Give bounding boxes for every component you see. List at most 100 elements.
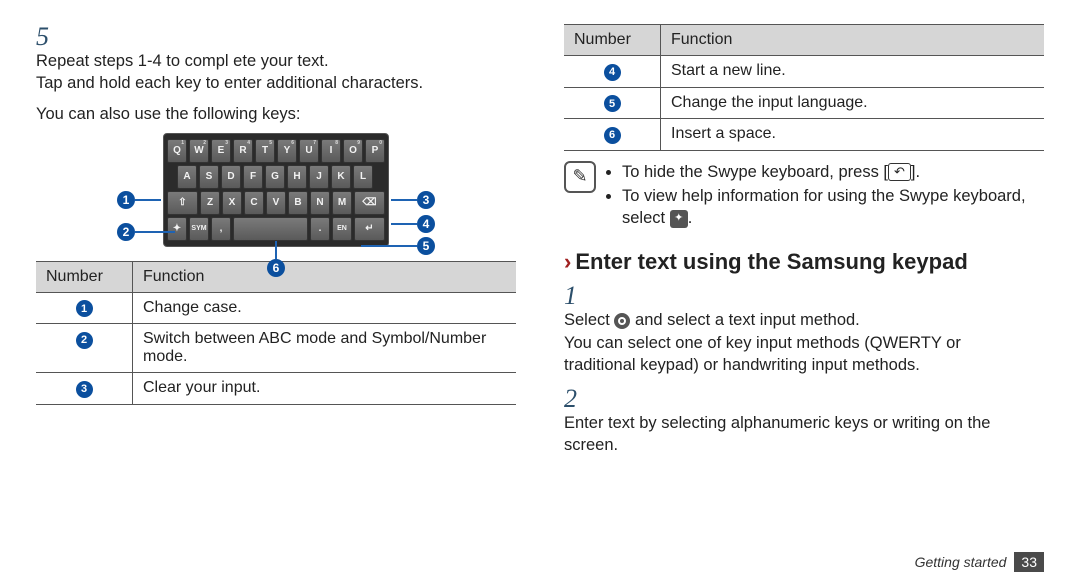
- step-number-2: 2: [564, 386, 592, 412]
- step-2-body: Enter text by selecting alphanumeric key…: [564, 412, 1012, 457]
- kb-row-2: A S D F G H J K L: [167, 165, 385, 189]
- key-comma: ,: [211, 217, 231, 241]
- row-num-3: 3: [76, 381, 93, 398]
- key-shift: ⇧: [167, 191, 198, 215]
- table-row: 2 Switch between ABC mode and Symbol/Num…: [36, 324, 516, 373]
- key-y: 6Y: [277, 139, 297, 163]
- key-language: EN: [332, 217, 352, 241]
- key-h: H: [287, 165, 307, 189]
- step-2: 2 Enter text by selecting alphanumeric k…: [564, 386, 1044, 457]
- callout-5: 5: [361, 237, 435, 255]
- key-m: M: [332, 191, 352, 215]
- table-row: 6 Insert a space.: [564, 119, 1044, 151]
- table-row: 3 Clear your input.: [36, 373, 516, 405]
- callout-6: 6: [267, 241, 285, 277]
- key-r: 4R: [233, 139, 253, 163]
- step-1-line2: You can select one of key input methods …: [564, 334, 961, 374]
- key-d: D: [221, 165, 241, 189]
- kb-row-1: 1Q 2W 3E 4R 5T 6Y 7U 8I 9O 0P: [167, 139, 385, 163]
- key-t: 5T: [255, 139, 275, 163]
- row-func-2: Switch between ABC mode and Symbol/Numbe…: [133, 324, 517, 373]
- callout-1: 1: [117, 191, 161, 209]
- note-icon: ✎: [564, 161, 596, 193]
- row-func-3: Clear your input.: [133, 373, 517, 405]
- page-footer: Getting started 33: [915, 552, 1044, 572]
- kb-row-4: ✦ SYM , . EN ↵: [167, 217, 385, 241]
- key-o: 9O: [343, 139, 363, 163]
- swype-keyboard: 1Q 2W 3E 4R 5T 6Y 7U 8I 9O 0P A S D F G: [163, 133, 389, 247]
- step-5-body: Repeat steps 1-4 to compl ete your text.…: [36, 50, 484, 95]
- key-a: A: [177, 165, 197, 189]
- row-func-5: Change the input language.: [661, 87, 1045, 119]
- also-use-text: You can also use the following keys:: [36, 103, 516, 125]
- key-c: C: [244, 191, 264, 215]
- table-row: 5 Change the input language.: [564, 87, 1044, 119]
- row-func-1: Change case.: [133, 292, 517, 324]
- key-s: S: [199, 165, 219, 189]
- row-func-6: Insert a space.: [661, 119, 1045, 151]
- key-p: 0P: [365, 139, 385, 163]
- row-num-5: 5: [604, 95, 621, 112]
- callout-badge-3: 3: [417, 191, 435, 209]
- key-v: V: [266, 191, 286, 215]
- key-sym: SYM: [189, 217, 209, 241]
- row-num-1: 1: [76, 300, 93, 317]
- key-space: [233, 217, 308, 241]
- manual-page: 5 Repeat steps 1-4 to compl ete your tex…: [0, 0, 1080, 586]
- key-w: 2W: [189, 139, 209, 163]
- function-table-right: Number Function 4 Start a new line. 5 Ch…: [564, 24, 1044, 151]
- callout-badge-4: 4: [417, 215, 435, 233]
- key-period: .: [310, 217, 330, 241]
- table-row: 4 Start a new line.: [564, 56, 1044, 88]
- step-1-body: Select and select a text input method. Y…: [564, 309, 1012, 376]
- table-row: 1 Change case.: [36, 292, 516, 324]
- th-function: Function: [133, 261, 517, 292]
- step-number-1: 1: [564, 283, 592, 309]
- key-b: B: [288, 191, 308, 215]
- callout-2: 2: [117, 223, 175, 241]
- key-n: N: [310, 191, 330, 215]
- th-number: Number: [564, 25, 661, 56]
- callout-badge-5: 5: [417, 237, 435, 255]
- chevron-right-icon: ›: [564, 249, 571, 274]
- step-5: 5 Repeat steps 1-4 to compl ete your tex…: [36, 24, 516, 95]
- two-column-layout: 5 Repeat steps 1-4 to compl ete your tex…: [36, 24, 1044, 457]
- left-column: 5 Repeat steps 1-4 to compl ete your tex…: [36, 24, 516, 457]
- key-z: Z: [200, 191, 220, 215]
- note-item-1: To hide the Swype keyboard, press [↶].: [622, 161, 1044, 183]
- key-g: G: [265, 165, 285, 189]
- step-5-line1: Repeat steps 1-4 to compl ete your text.: [36, 52, 329, 70]
- right-column: Number Function 4 Start a new line. 5 Ch…: [564, 24, 1044, 457]
- callout-badge-1: 1: [117, 191, 135, 209]
- row-func-4: Start a new line.: [661, 56, 1045, 88]
- key-backspace: ⌫: [354, 191, 385, 215]
- note-list: To hide the Swype keyboard, press [↶]. T…: [606, 161, 1044, 232]
- key-j: J: [309, 165, 329, 189]
- callout-badge-6: 6: [267, 259, 285, 277]
- row-num-2: 2: [76, 332, 93, 349]
- note-block: ✎ To hide the Swype keyboard, press [↶].…: [564, 161, 1044, 232]
- note-item-2: To view help information for using the S…: [622, 185, 1044, 230]
- key-e: 3E: [211, 139, 231, 163]
- callout-4: 4: [391, 215, 435, 233]
- swype-help-icon: ✦: [670, 210, 688, 228]
- page-number: 33: [1014, 552, 1044, 572]
- section-label: Getting started: [915, 554, 1007, 570]
- keyboard-figure: 1Q 2W 3E 4R 5T 6Y 7U 8I 9O 0P A S D F G: [36, 133, 516, 247]
- kb-row-3: ⇧ Z X C V B N M ⌫: [167, 191, 385, 215]
- row-num-4: 4: [604, 64, 621, 81]
- keyboard-with-callouts: 1Q 2W 3E 4R 5T 6Y 7U 8I 9O 0P A S D F G: [163, 133, 389, 247]
- gear-icon: [614, 313, 630, 329]
- function-table-left: Number Function 1 Change case. 2 Switch …: [36, 261, 516, 405]
- key-x: X: [222, 191, 242, 215]
- row-num-6: 6: [604, 127, 621, 144]
- key-q: 1Q: [167, 139, 187, 163]
- callout-3: 3: [391, 191, 435, 209]
- heading-text: Enter text using the Samsung keypad: [575, 249, 967, 274]
- th-number: Number: [36, 261, 133, 292]
- step-number-5: 5: [36, 24, 64, 50]
- step-1: 1 Select and select a text input method.…: [564, 283, 1044, 376]
- key-i: 8I: [321, 139, 341, 163]
- back-key-icon: ↶: [888, 163, 911, 181]
- step-5-line2: Tap and hold each key to enter additiona…: [36, 74, 423, 92]
